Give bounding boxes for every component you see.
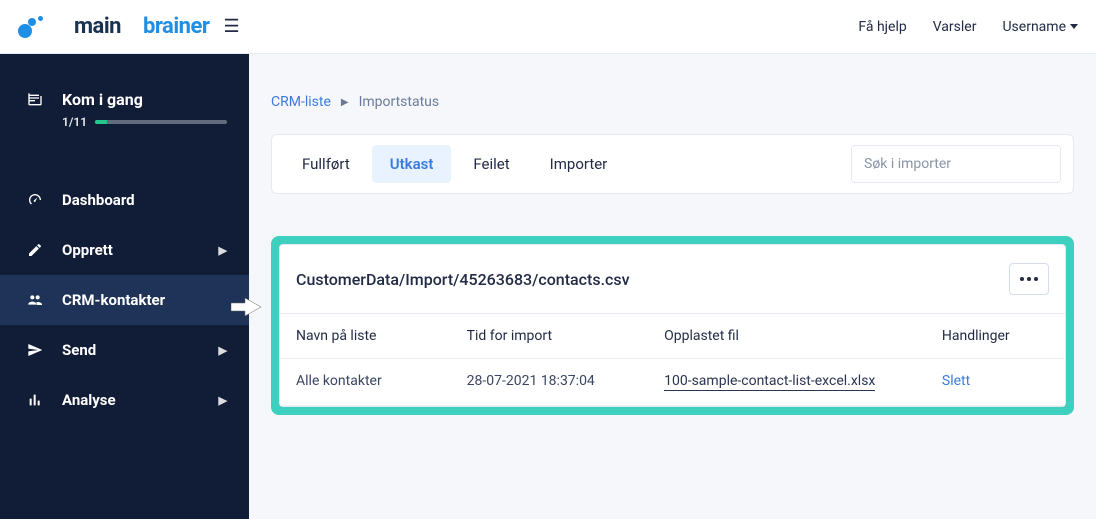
search-input[interactable] [851,145,1061,183]
import-card-title: CustomerData/Import/45263683/contacts.cs… [296,270,630,289]
username-label: Username [1002,19,1066,35]
logo-dots-icon [18,16,44,38]
col-uploaded-file: Opplastet fil [664,328,932,344]
import-card: CustomerData/Import/45263683/contacts.cs… [279,244,1066,407]
breadcrumb: CRM-liste ▶ Importstatus [271,94,1074,110]
tab-draft[interactable]: Utkast [372,145,452,183]
sidebar-item-create[interactable]: Opprett ▶ [0,225,249,275]
sidebar-item-label: Dashboard [62,191,135,209]
sidebar-get-started[interactable]: Kom i gang 1/11 [0,90,249,139]
users-icon [24,291,46,309]
sidebar-item-label: Opprett [62,241,113,259]
paper-plane-icon [24,341,46,359]
uploaded-file-link[interactable]: 100-sample-contact-list-excel.xlsx [664,373,875,391]
tab-failed[interactable]: Feilet [455,145,527,183]
more-actions-button[interactable] [1009,263,1049,295]
col-import-time: Tid for import [467,328,654,344]
sidebar-item-label: Analyse [62,391,116,409]
alerts-link[interactable]: Varsler [933,19,977,35]
tab-completed[interactable]: Fullført [284,145,368,183]
table-header: Navn på liste Tid for import Opplastet f… [280,314,1065,359]
table-row: Alle kontakter 28-07-2021 18:37:04 100-s… [280,359,1065,406]
get-started-progress [95,120,227,124]
breadcrumb-current: Importstatus [359,94,440,110]
chevron-right-icon: ▶ [219,394,227,407]
breadcrumb-separator-icon: ▶ [341,97,349,108]
help-link[interactable]: Få hjelp [858,19,906,35]
import-card-highlight: CustomerData/Import/45263683/contacts.cs… [271,236,1074,415]
logo-text: mainbrainer [52,14,209,39]
sidebar-item-analytics[interactable]: Analyse ▶ [0,375,249,425]
sidebar-item-send[interactable]: Send ▶ [0,325,249,375]
delete-action[interactable]: Slett [942,373,1049,391]
get-started-count: 1/11 [62,115,87,129]
sidebar: Kom i gang 1/11 Dashboard Opprett ▶ [0,54,249,519]
tabs-card: Fullført Utkast Feilet Importer [271,134,1074,194]
sidebar-item-label: CRM-kontakter [62,291,165,309]
pencil-icon [24,241,46,259]
cell-list-name: Alle kontakter [296,373,457,391]
chevron-down-icon [1070,24,1078,29]
newspaper-icon [24,91,46,109]
get-started-title: Kom i gang [62,90,143,109]
sidebar-item-label: Send [62,341,96,359]
sidebar-item-dashboard[interactable]: Dashboard [0,175,249,225]
col-list-name: Navn på liste [296,328,457,344]
col-actions: Handlinger [942,328,1049,344]
tab-import[interactable]: Importer [532,145,626,183]
app-logo[interactable]: mainbrainer [18,14,209,39]
cell-import-time: 28-07-2021 18:37:04 [467,373,654,391]
bar-chart-icon [24,391,46,409]
menu-toggle-icon[interactable]: ☰ [223,16,239,37]
breadcrumb-root[interactable]: CRM-liste [271,94,331,110]
chevron-right-icon: ▶ [219,244,227,257]
sidebar-item-crm-contacts[interactable]: CRM-kontakter [0,275,249,325]
username-dropdown[interactable]: Username [1002,19,1078,35]
gauge-icon [24,191,46,209]
chevron-right-icon: ▶ [219,344,227,357]
main-content: CRM-liste ▶ Importstatus Fullført Utkast… [249,54,1096,519]
